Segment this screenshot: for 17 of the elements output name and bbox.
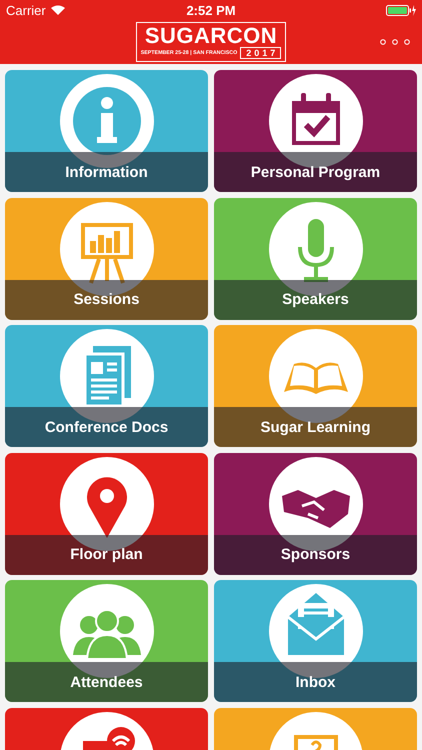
menu-tile[interactable]: Conference Docs: [5, 325, 208, 447]
clock-time: 2:52 PM: [186, 2, 236, 18]
more-icon[interactable]: [380, 39, 410, 45]
logo-year: 2017: [240, 47, 282, 59]
wifi-icon: [50, 5, 65, 15]
menu-tile[interactable]: Sugar Learning: [214, 325, 417, 447]
menu-tile[interactable]: Sessions: [5, 198, 208, 320]
carrier-label: Carrier: [6, 2, 46, 18]
menu-tile[interactable]: Personal Program: [214, 70, 417, 192]
menu-tile[interactable]: Information: [5, 70, 208, 192]
menu-tile[interactable]: Speakers: [214, 198, 417, 320]
menu-tile[interactable]: Attendees: [5, 580, 208, 702]
logo-title: SUGARCON: [144, 25, 278, 47]
menu-tile[interactable]: Sponsors: [214, 452, 417, 574]
battery-charging-icon: [386, 4, 416, 16]
menu-tile[interactable]: Inbox: [214, 580, 417, 702]
menu-tile[interactable]: Floor plan: [5, 452, 208, 574]
